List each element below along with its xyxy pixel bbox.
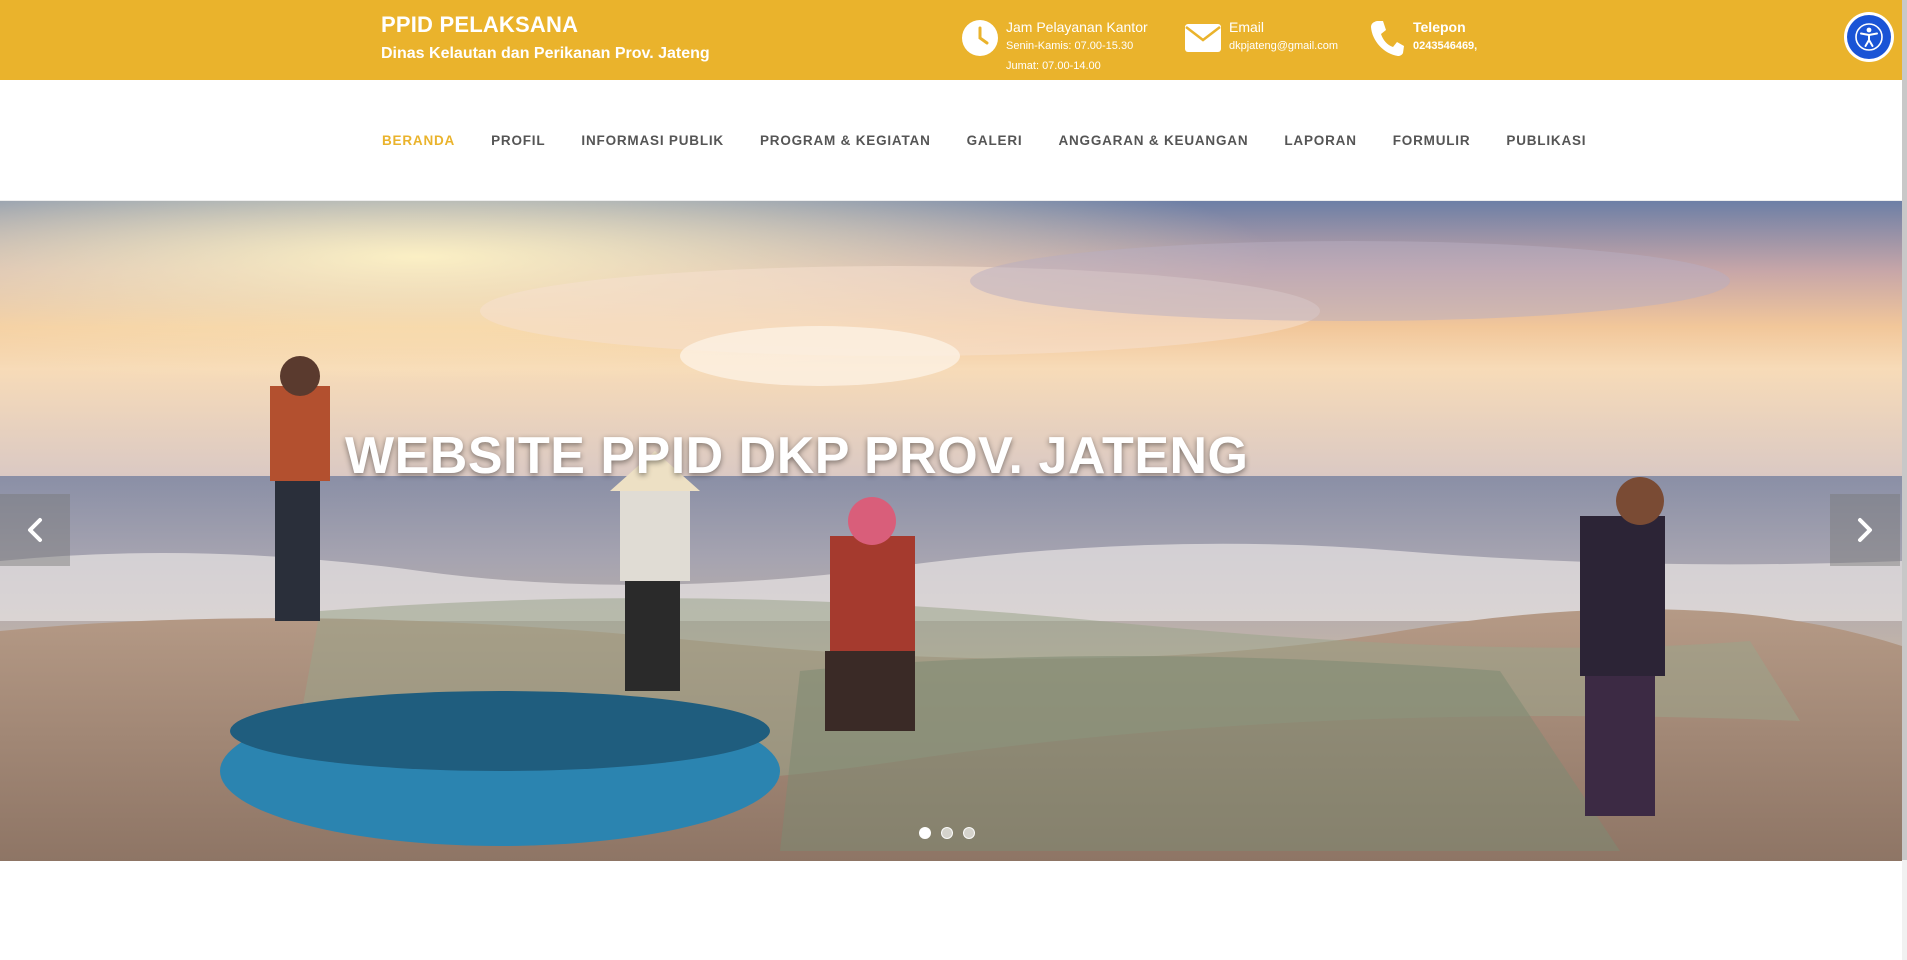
hours-weekday: Senin-Kamis: 07.00-15.30 [1006, 40, 1134, 52]
brand[interactable]: PPID PELAKSANA Dinas Kelautan dan Perika… [381, 12, 710, 63]
chevron-right-icon [1858, 518, 1872, 542]
email-label: Email [1229, 19, 1265, 35]
phone-number[interactable]: 0243546469, [1413, 36, 1477, 56]
hero-title: WEBSITE PPID DKP PROV. JATENG [345, 427, 1249, 485]
site-title[interactable]: PPID PELAKSANA [381, 12, 710, 38]
phone-label: Telepon [1413, 19, 1466, 35]
hours-friday: Jumat: 07.00-14.00 [1006, 60, 1101, 72]
hours-label: Jam Pelayanan Kantor [1006, 19, 1148, 35]
scrollbar-thumb[interactable] [1902, 0, 1907, 860]
hero-slider: WEBSITE PPID DKP PROV. JATENG [0, 201, 1902, 861]
nav-anggaran-keuangan[interactable]: ANGGARAN & KEUANGAN [1058, 133, 1248, 148]
slider-pagination [0, 827, 1902, 839]
slider-dot-1[interactable] [919, 827, 931, 839]
phone-info: Telepon 0243546469, [1367, 18, 1477, 58]
accessibility-icon [1847, 15, 1891, 59]
nav-formulir[interactable]: FORMULIR [1393, 133, 1471, 148]
nav-galeri[interactable]: GALERI [967, 133, 1023, 148]
top-bar: PPID PELAKSANA Dinas Kelautan dan Perika… [0, 0, 1902, 80]
office-hours: Jam Pelayanan Kantor Senin-Kamis: 07.00-… [960, 18, 1148, 76]
accessibility-button[interactable] [1844, 12, 1894, 62]
nav-program-kegiatan[interactable]: PROGRAM & KEGIATAN [760, 133, 931, 148]
slider-prev-button[interactable] [0, 494, 70, 566]
phone-icon [1367, 18, 1407, 58]
hero-background-image [0, 201, 1902, 861]
email-address[interactable]: dkpjateng@gmail.com [1229, 36, 1338, 56]
site-subtitle: Dinas Kelautan dan Perikanan Prov. Jaten… [381, 45, 710, 62]
page: PPID PELAKSANA Dinas Kelautan dan Perika… [0, 0, 1907, 960]
main-navbar: BERANDA PROFIL INFORMASI PUBLIK PROGRAM … [0, 80, 1902, 201]
email-info: Email dkpjateng@gmail.com [1183, 18, 1338, 58]
main-menu: BERANDA PROFIL INFORMASI PUBLIK PROGRAM … [382, 80, 1622, 201]
nav-informasi-publik[interactable]: INFORMASI PUBLIK [581, 133, 724, 148]
nav-profil[interactable]: PROFIL [491, 133, 545, 148]
slider-next-button[interactable] [1830, 494, 1900, 566]
nav-beranda[interactable]: BERANDA [382, 133, 455, 148]
clock-icon [960, 18, 1000, 58]
slider-dot-3[interactable] [963, 827, 975, 839]
envelope-icon [1183, 18, 1223, 58]
slider-dot-2[interactable] [941, 827, 953, 839]
nav-laporan[interactable]: LAPORAN [1284, 133, 1356, 148]
nav-publikasi[interactable]: PUBLIKASI [1506, 133, 1586, 148]
chevron-left-icon [28, 518, 42, 542]
